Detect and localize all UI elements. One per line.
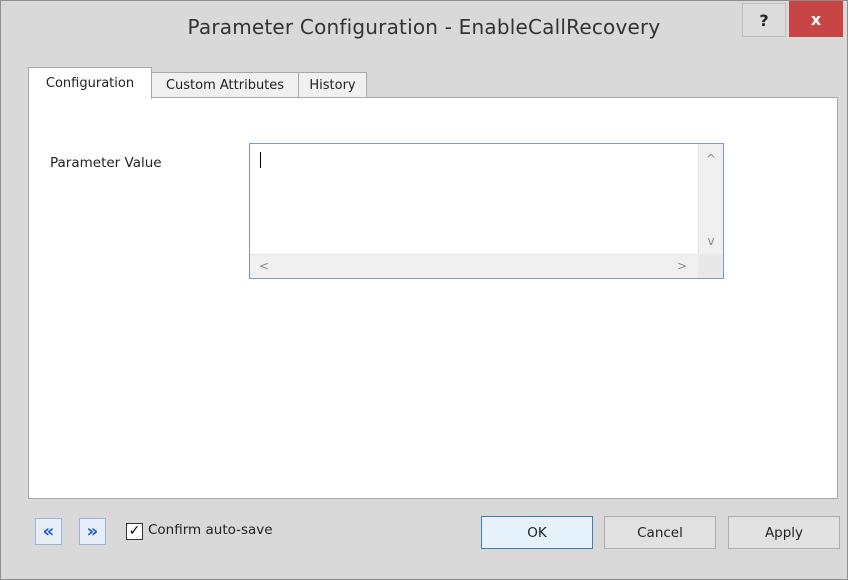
confirm-autosave-label[interactable]: Confirm auto-save xyxy=(148,522,273,538)
scrollbar-corner xyxy=(698,254,723,278)
scroll-down-icon[interactable]: v xyxy=(699,230,723,252)
window-title: Parameter Configuration - EnableCallReco… xyxy=(187,15,661,39)
next-icon[interactable]: » xyxy=(79,518,106,545)
scroll-right-icon[interactable]: > xyxy=(670,255,694,277)
cancel-button[interactable]: Cancel xyxy=(604,516,716,549)
tab-history[interactable]: History xyxy=(298,72,367,97)
close-button[interactable]: x xyxy=(789,1,843,37)
title-bar[interactable]: Parameter Configuration - EnableCallReco… xyxy=(1,1,847,61)
tab-custom-attributes[interactable]: Custom Attributes xyxy=(151,72,299,97)
apply-button[interactable]: Apply xyxy=(728,516,840,549)
tab-configuration[interactable]: Configuration xyxy=(28,67,152,99)
dialog-footer: « » ✓ Confirm auto-save OK Cancel Apply xyxy=(1,501,847,579)
help-button[interactable]: ? xyxy=(742,3,786,37)
previous-icon[interactable]: « xyxy=(35,518,62,545)
ok-button[interactable]: OK xyxy=(481,516,593,549)
vertical-scrollbar[interactable]: ^ v xyxy=(698,144,723,254)
confirm-autosave-checkbox[interactable]: ✓ xyxy=(126,523,143,540)
configuration-panel: Parameter Value ^ v < > xyxy=(28,97,838,499)
parameter-value-label: Parameter Value xyxy=(50,155,162,171)
scroll-left-icon[interactable]: < xyxy=(252,255,276,277)
text-caret xyxy=(260,152,261,168)
scroll-up-icon[interactable]: ^ xyxy=(699,148,723,170)
parameter-configuration-dialog: Parameter Configuration - EnableCallReco… xyxy=(0,0,848,580)
checkmark-icon: ✓ xyxy=(128,523,141,539)
parameter-value-textarea[interactable]: ^ v < > xyxy=(249,143,724,279)
horizontal-scrollbar[interactable]: < > xyxy=(250,254,698,278)
